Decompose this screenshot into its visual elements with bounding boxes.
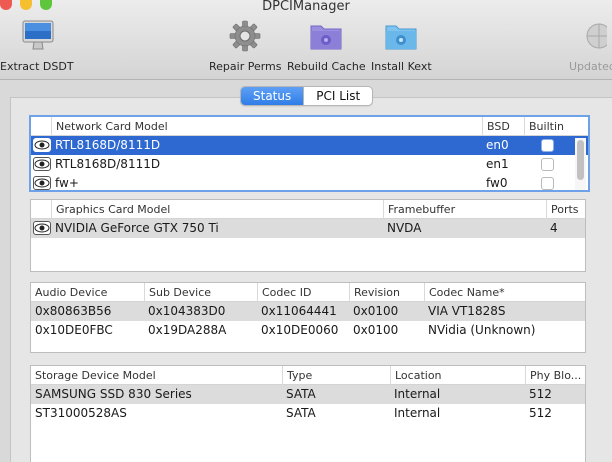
- purple-folder-gear-icon: [310, 25, 342, 50]
- repair-perms-label: Repair Perms: [209, 60, 282, 73]
- install-kext-button[interactable]: Install Kext: [371, 20, 432, 73]
- audio-codec-name-cell: NVidia (Unknown): [428, 323, 536, 337]
- audio-sub-device-cell: 0x19DA288A: [148, 323, 227, 337]
- header-location[interactable]: Location: [390, 366, 525, 385]
- table-header: Network Card Model BSD Builtin: [31, 117, 588, 136]
- tab-status[interactable]: Status: [241, 87, 304, 105]
- header-sub-device[interactable]: Sub Device: [144, 283, 257, 302]
- header-codec-name[interactable]: Codec Name*: [424, 283, 585, 302]
- storage-model-cell: SAMSUNG SSD 830 Series: [35, 387, 192, 401]
- storage-type-cell: SATA: [286, 387, 316, 401]
- eye-icon[interactable]: [33, 176, 51, 190]
- network-card-table[interactable]: Network Card Model BSD Builtin RTL8168D/…: [29, 115, 590, 192]
- storage-device-table[interactable]: Storage Device Model Type Location Phy B…: [30, 365, 586, 462]
- table-row[interactable]: 0x10DE0FBC 0x19DA288A 0x10DE0060 0x0100 …: [31, 321, 585, 340]
- header-bsd[interactable]: BSD: [482, 117, 524, 136]
- graphics-model-cell: NVIDIA GeForce GTX 750 Ti: [55, 221, 219, 235]
- header-phy-block[interactable]: Phy Blo...: [525, 366, 585, 385]
- install-kext-label: Install Kext: [371, 60, 432, 73]
- eye-icon[interactable]: [33, 221, 51, 235]
- audio-codec-id-cell: 0x10DE0060: [261, 323, 339, 337]
- storage-model-cell: ST31000528AS: [35, 406, 127, 420]
- audio-sub-device-cell: 0x104383D0: [148, 304, 226, 318]
- header-type[interactable]: Type: [282, 366, 390, 385]
- header-ports[interactable]: Ports: [546, 200, 585, 219]
- extract-dsdt-label: Extract DSDT: [0, 60, 74, 73]
- window-titlebar: DPCIManager Extract DSDT Repair Perms Re…: [0, 0, 612, 80]
- table-row[interactable]: NVIDIA GeForce GTX 750 Ti NVDA 4: [31, 219, 585, 238]
- builtin-checkbox[interactable]: [541, 158, 554, 171]
- audio-revision-cell: 0x0100: [353, 304, 399, 318]
- header-revision[interactable]: Revision: [349, 283, 424, 302]
- imac-icon: [22, 20, 54, 50]
- audio-codec-name-cell: VIA VT1828S: [428, 304, 506, 318]
- window-title: DPCIManager: [262, 0, 350, 14]
- table-row[interactable]: RTL8168D/8111D en1: [31, 155, 588, 174]
- table-row[interactable]: RTL8168D/8111D en0: [31, 136, 588, 155]
- network-model-cell: fw+: [55, 176, 79, 190]
- repair-perms-button[interactable]: Repair Perms: [209, 20, 282, 73]
- table-header: Graphics Card Model Framebuffer Ports: [31, 200, 585, 219]
- rebuild-cache-label: Rebuild Cache: [287, 60, 366, 73]
- blue-folder-icon: [385, 25, 417, 50]
- network-model-cell: RTL8168D/8111D: [55, 138, 161, 152]
- eye-icon[interactable]: [33, 138, 51, 152]
- storage-type-cell: SATA: [286, 406, 316, 420]
- rebuild-cache-button[interactable]: Rebuild Cache: [287, 20, 366, 73]
- graphics-card-table[interactable]: Graphics Card Model Framebuffer Ports NV…: [30, 199, 586, 272]
- header-graphics-card-model[interactable]: Graphics Card Model: [51, 200, 383, 219]
- tab-pci-list[interactable]: PCI List: [303, 87, 372, 105]
- audio-revision-cell: 0x0100: [353, 323, 399, 337]
- table-header: Audio Device Sub Device Codec ID Revisio…: [31, 283, 585, 302]
- network-bsd-cell: en1: [486, 157, 509, 171]
- table-row[interactable]: 0x80863B56 0x104383D0 0x11064441 0x0100 …: [31, 302, 585, 321]
- table-row[interactable]: SAMSUNG SSD 830 Series SATA Internal 512: [31, 385, 585, 404]
- header-framebuffer[interactable]: Framebuffer: [383, 200, 546, 219]
- table-header: Storage Device Model Type Location Phy B…: [31, 366, 585, 385]
- extract-dsdt-button[interactable]: Extract DSDT: [0, 20, 74, 73]
- storage-phy-block-cell: 512: [529, 387, 552, 401]
- graphics-ports-cell: 4: [550, 221, 558, 235]
- builtin-checkbox[interactable]: [541, 177, 554, 190]
- scrollbar-thumb[interactable]: [577, 140, 584, 180]
- header-network-card-model[interactable]: Network Card Model: [51, 117, 482, 136]
- tab-segmented-control: Status PCI List: [240, 86, 374, 106]
- audio-device-table[interactable]: Audio Device Sub Device Codec ID Revisio…: [30, 282, 586, 353]
- header-cell-eye[interactable]: [31, 200, 51, 219]
- audio-device-cell: 0x80863B56: [35, 304, 112, 318]
- gear-icon: [229, 20, 261, 52]
- network-table-scrollbar[interactable]: [575, 138, 586, 190]
- globe-icon: [586, 23, 612, 49]
- audio-codec-id-cell: 0x11064441: [261, 304, 337, 318]
- audio-device-cell: 0x10DE0FBC: [35, 323, 113, 337]
- header-storage-device-model[interactable]: Storage Device Model: [31, 366, 282, 385]
- table-row[interactable]: fw+ fw0: [31, 174, 588, 190]
- network-bsd-cell: fw0: [486, 176, 508, 190]
- updated-label: Updated: [569, 60, 612, 73]
- storage-location-cell: Internal: [394, 406, 441, 420]
- header-builtin[interactable]: Builtin: [524, 117, 584, 136]
- storage-location-cell: Internal: [394, 387, 441, 401]
- storage-phy-block-cell: 512: [529, 406, 552, 420]
- network-bsd-cell: en0: [486, 138, 509, 152]
- network-model-cell: RTL8168D/8111D: [55, 157, 161, 171]
- table-row[interactable]: ST31000528AS SATA Internal 512: [31, 404, 585, 423]
- graphics-framebuffer-cell: NVDA: [387, 221, 422, 235]
- header-codec-id[interactable]: Codec ID: [257, 283, 349, 302]
- updated-button[interactable]: Updated: [569, 20, 612, 73]
- eye-icon[interactable]: [33, 157, 51, 171]
- header-audio-device[interactable]: Audio Device: [31, 283, 144, 302]
- builtin-checkbox[interactable]: [541, 139, 554, 152]
- header-cell-eye[interactable]: [31, 117, 51, 136]
